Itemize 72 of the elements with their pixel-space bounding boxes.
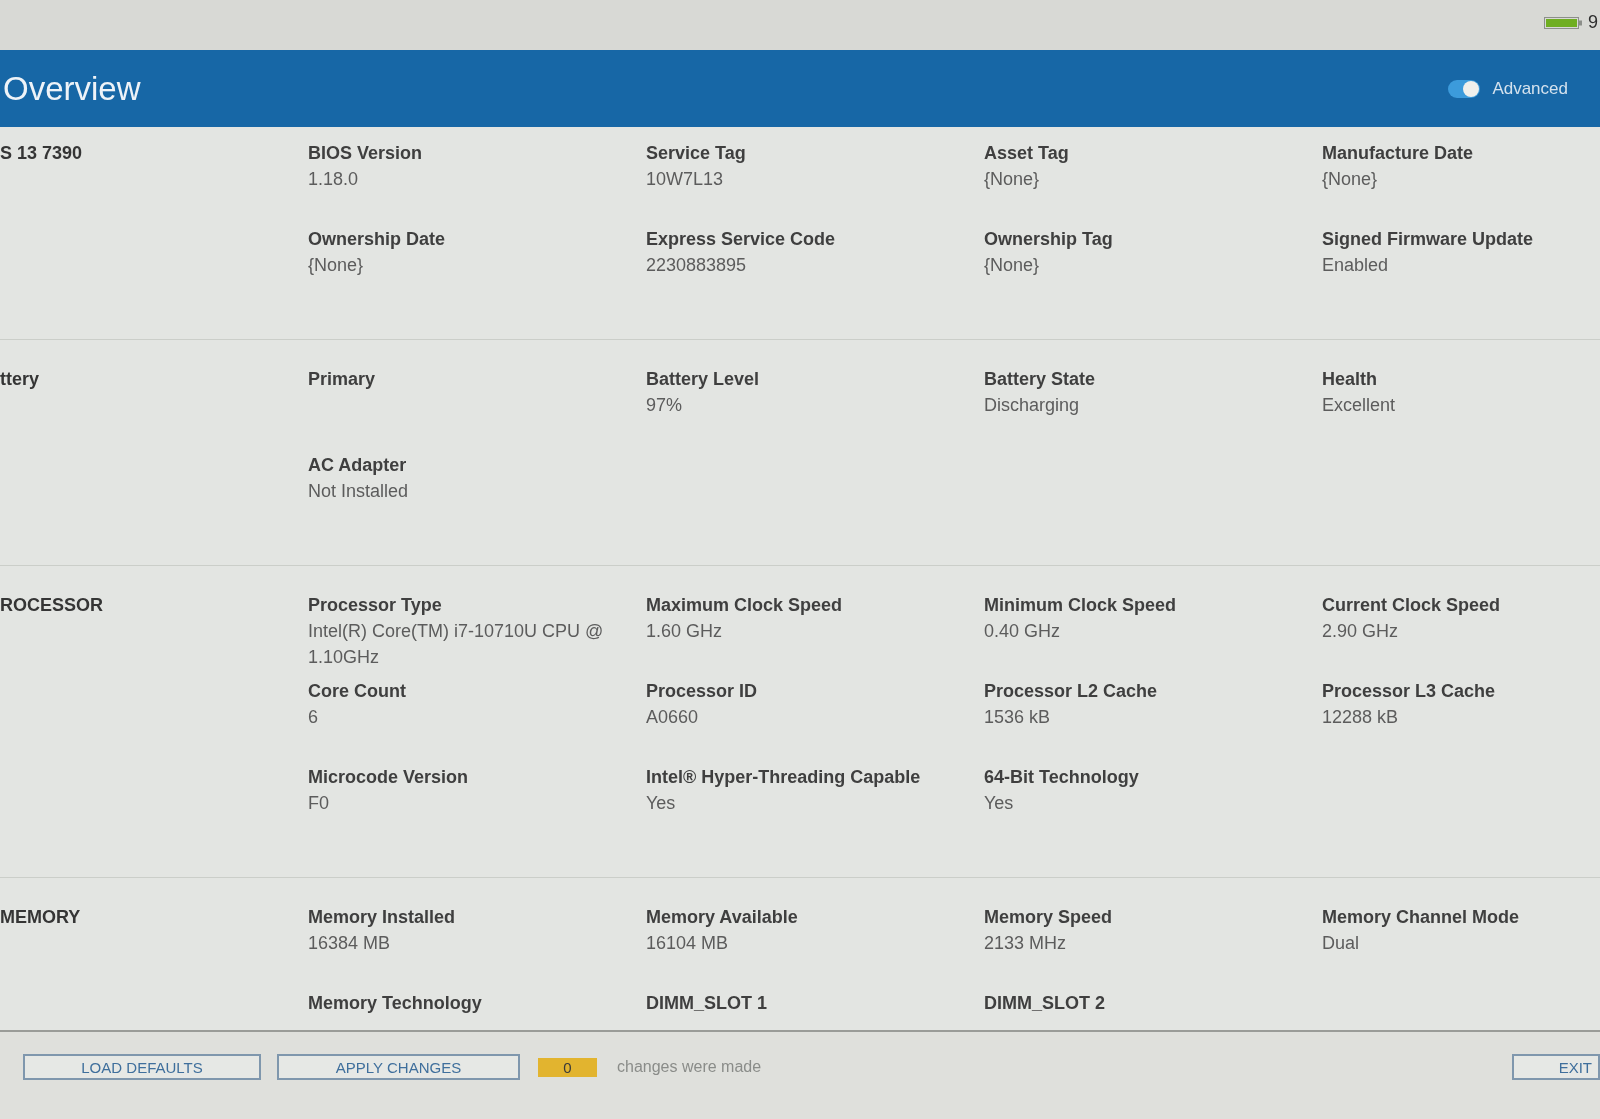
- field-value: {None}: [1322, 168, 1378, 191]
- status-message: changes were made: [617, 1057, 762, 1077]
- field-label: AC Adapter: [308, 454, 407, 477]
- field-value: Yes: [984, 792, 1014, 815]
- section-label: ROCESSOR: [0, 594, 104, 617]
- field-value: 97%: [646, 394, 683, 417]
- toggle-label: Advanced: [1492, 78, 1568, 99]
- field-value: 1.60 GHz: [646, 620, 723, 643]
- field-label: Processor L2 Cache: [984, 680, 1158, 703]
- field-value: {None}: [984, 254, 1040, 277]
- field-value: 1536 kB: [984, 706, 1051, 729]
- field-label: Signed Firmware Update: [1322, 228, 1534, 251]
- exit-button[interactable]: EXIT: [1512, 1054, 1600, 1080]
- field-label: Intel® Hyper-Threading Capable: [646, 766, 921, 789]
- field-label: Asset Tag: [984, 142, 1069, 165]
- field-label: Processor Type: [308, 594, 442, 617]
- section-label: ttery: [0, 368, 39, 391]
- section-label: MEMORY: [0, 906, 81, 929]
- field-label: Manufacture Date: [1322, 142, 1474, 165]
- field-label: Ownership Date: [308, 228, 446, 251]
- field-value: 16104 MB: [646, 932, 729, 955]
- field-value: 12288 kB: [1322, 706, 1399, 729]
- field-label: Primary: [308, 368, 376, 391]
- field-label: Health: [1322, 368, 1377, 391]
- field-label: DIMM_SLOT 1: [646, 992, 767, 1015]
- field-value: 2.90 GHz: [1322, 620, 1399, 643]
- change-counter: 0: [538, 1058, 597, 1077]
- field-value: Discharging: [984, 394, 1080, 417]
- field-label: Memory Technology: [308, 992, 482, 1015]
- section-label: S 13 7390: [0, 142, 83, 165]
- field-value: 6: [308, 706, 318, 729]
- field-value: 2230883895: [646, 254, 747, 277]
- field-value: F0: [308, 792, 329, 815]
- field-label: Battery Level: [646, 368, 760, 391]
- field-label: Maximum Clock Speed: [646, 594, 843, 617]
- field-label: 64-Bit Technology: [984, 766, 1139, 789]
- field-value: 0.40 GHz: [984, 620, 1061, 643]
- field-label: Service Tag: [646, 142, 746, 165]
- field-label: Core Count: [308, 680, 406, 703]
- field-value: 1.18.0: [308, 168, 359, 191]
- battery-percent-text: 9: [1588, 12, 1598, 32]
- field-value: Not Installed: [308, 480, 409, 503]
- field-value: 10W7L13: [646, 168, 724, 191]
- field-label: Processor L3 Cache: [1322, 680, 1496, 703]
- field-value: {None}: [984, 168, 1040, 191]
- field-value: A0660: [646, 706, 699, 729]
- field-label: Memory Installed: [308, 906, 456, 929]
- field-label: Memory Channel Mode: [1322, 906, 1520, 929]
- field-label: Express Service Code: [646, 228, 836, 251]
- field-value: Enabled: [1322, 254, 1389, 277]
- field-label: BIOS Version: [308, 142, 423, 165]
- field-label: Microcode Version: [308, 766, 469, 789]
- field-label: Minimum Clock Speed: [984, 594, 1177, 617]
- battery-icon: [1544, 17, 1582, 29]
- field-label: Memory Available: [646, 906, 798, 929]
- field-label: Ownership Tag: [984, 228, 1113, 251]
- field-value: Yes: [646, 792, 676, 815]
- field-label: Memory Speed: [984, 906, 1113, 929]
- field-label: DIMM_SLOT 2: [984, 992, 1105, 1015]
- field-label: Battery State: [984, 368, 1096, 391]
- field-value: Excellent: [1322, 394, 1396, 417]
- field-value: 16384 MB: [308, 932, 391, 955]
- page-title: Overview: [3, 68, 141, 109]
- field-value: 2133 MHz: [984, 932, 1067, 955]
- field-value: {None}: [308, 254, 364, 277]
- footer-button[interactable]: LOAD DEFAULTS: [23, 1054, 261, 1080]
- field-value: Intel(R) Core(TM) i7-10710U CPU @ 1.10GHz: [308, 620, 605, 669]
- toggle-switch[interactable]: [1448, 79, 1481, 98]
- field-label: Processor ID: [646, 680, 758, 703]
- footer-button[interactable]: APPLY CHANGES: [277, 1054, 520, 1080]
- field-label: Current Clock Speed: [1322, 594, 1501, 617]
- field-value: Dual: [1322, 932, 1360, 955]
